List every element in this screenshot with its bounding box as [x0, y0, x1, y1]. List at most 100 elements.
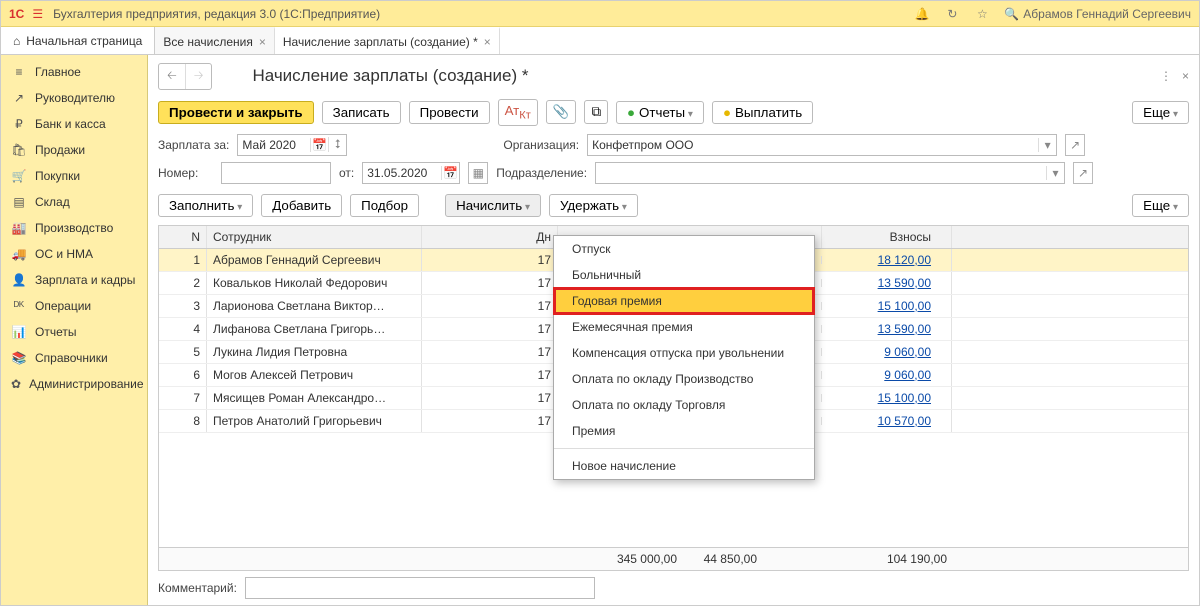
col-header-days[interactable]: Дн [422, 226, 558, 248]
menu-separator [554, 448, 814, 449]
cell-n: 3 [159, 295, 207, 317]
home-tab[interactable]: ⌂ Начальная страница [1, 27, 155, 54]
contrib-link[interactable]: 15 100,00 [878, 391, 931, 405]
sidebar-item[interactable]: ↗Руководителю [1, 85, 147, 111]
sidebar-item[interactable]: 👤Зарплата и кадры [1, 267, 147, 293]
tab-document[interactable]: Все начисления× [155, 27, 275, 54]
contrib-link[interactable]: 9 060,00 [884, 345, 931, 359]
sidebar-item[interactable]: ₽Банк и касса [1, 111, 147, 137]
footer-c2: 44 850,00 [683, 548, 763, 570]
page-menu-icon[interactable]: ⋮ [1160, 69, 1172, 83]
contrib-link[interactable]: 15 100,00 [878, 299, 931, 313]
bell-icon[interactable]: 🔔 [914, 7, 930, 21]
salary-for-label: Зарплата за: [158, 138, 229, 152]
add-button[interactable]: Добавить [261, 194, 342, 217]
menu-item[interactable]: Ежемесячная премия [554, 314, 814, 340]
window-title: Бухгалтерия предприятия, редакция 3.0 (1… [53, 7, 380, 21]
menu-item[interactable]: Больничный [554, 262, 814, 288]
org-field[interactable]: Конфетпром ООО ▾ [587, 134, 1057, 156]
cell-n: 4 [159, 318, 207, 340]
sidebar-item[interactable]: 🛍Продажи [1, 137, 147, 163]
salary-month-value: Май 2020 [238, 138, 310, 152]
number-field[interactable] [221, 162, 331, 184]
user-name: Абрамов Геннадий Сергеевич [1023, 7, 1191, 21]
sidebar-icon: 👤 [11, 273, 27, 287]
sidebar-item-label: Главное [35, 65, 81, 79]
contrib-link[interactable]: 13 590,00 [878, 322, 931, 336]
menu-icon[interactable]: ☰ [32, 7, 43, 21]
dept-label: Подразделение: [496, 166, 587, 180]
sidebar-item[interactable]: 🏭Производство [1, 215, 147, 241]
contrib-link[interactable]: 13 590,00 [878, 276, 931, 290]
menu-item[interactable]: Новое начисление [554, 453, 814, 479]
dept-field[interactable]: ▾ [595, 162, 1065, 184]
post-button[interactable]: Провести [409, 101, 490, 124]
dk-entries-icon[interactable]: АтКт [498, 99, 538, 126]
org-open-icon[interactable]: ↗ [1065, 134, 1085, 156]
star-icon[interactable]: ☆ [974, 7, 990, 21]
contrib-link[interactable]: 10 570,00 [878, 414, 931, 428]
menu-item[interactable]: Годовая премия [554, 288, 814, 314]
sidebar-item-label: ОС и НМА [35, 247, 93, 261]
calendar-icon[interactable]: 📅 [441, 166, 459, 180]
col-header-contrib[interactable]: Взносы [822, 226, 952, 248]
footer-c1: 345 000,00 [558, 548, 683, 570]
footer-c3: 104 190,00 [823, 548, 953, 570]
dropdown-icon[interactable]: ▾ [1038, 138, 1056, 152]
contrib-link[interactable]: 18 120,00 [878, 253, 931, 267]
menu-item[interactable]: Компенсация отпуска при увольнении [554, 340, 814, 366]
contrib-link[interactable]: 9 060,00 [884, 368, 931, 382]
menu-item[interactable]: Отпуск [554, 236, 814, 262]
accrue-dropdown[interactable]: Начислить [445, 194, 541, 217]
menu-item[interactable]: Оплата по окладу Производство [554, 366, 814, 392]
sidebar-item[interactable]: ≡Главное [1, 59, 147, 85]
withhold-dropdown[interactable]: Удержать [549, 194, 638, 217]
copy-icon[interactable]: ⧉ [584, 100, 608, 124]
cell-employee: Лукина Лидия Петровна [207, 341, 422, 363]
salary-month-field[interactable]: Май 2020 📅 ⭥ [237, 134, 347, 156]
sidebar-item[interactable]: 🛒Покупки [1, 163, 147, 189]
table-footer: 345 000,00 44 850,00 104 190,00 [159, 547, 1188, 570]
user-chip[interactable]: 🔍 Абрамов Геннадий Сергеевич [1004, 7, 1191, 21]
col-header-employee[interactable]: Сотрудник [207, 226, 422, 248]
cell-n: 5 [159, 341, 207, 363]
cell-days: 17 [422, 387, 558, 409]
col-header-n[interactable]: N [159, 226, 207, 248]
history-icon[interactable]: ↻ [944, 7, 960, 21]
pay-button[interactable]: Выплатить [712, 101, 813, 124]
close-icon[interactable]: × [259, 35, 266, 49]
tab-document[interactable]: Начисление зарплаты (создание) *× [275, 27, 500, 54]
attach-icon[interactable]: 📎 [546, 100, 577, 124]
sidebar-item[interactable]: ▤Склад [1, 189, 147, 215]
page-close-icon[interactable]: × [1182, 69, 1189, 83]
fill-dropdown[interactable]: Заполнить [158, 194, 253, 217]
stepper-icon[interactable]: ⭥ [328, 137, 346, 152]
sidebar-item[interactable]: 📚Справочники [1, 345, 147, 371]
calendar-icon[interactable]: 📅 [310, 138, 328, 152]
post-and-close-button[interactable]: Провести и закрыть [158, 101, 314, 124]
table-more-button[interactable]: Еще [1132, 194, 1189, 217]
nav-forward-button[interactable]: 🡢 [186, 64, 212, 89]
dropdown-icon[interactable]: ▾ [1046, 166, 1064, 180]
date-field[interactable]: 31.05.2020 📅 [362, 162, 460, 184]
reports-dropdown[interactable]: Отчеты [616, 101, 704, 124]
more-button[interactable]: Еще [1132, 101, 1189, 124]
date-extra-icon[interactable]: ▦ [468, 162, 488, 184]
cell-days: 17 [422, 249, 558, 271]
close-icon[interactable]: × [484, 35, 491, 49]
nav-back-button[interactable]: 🡠 [159, 64, 186, 89]
sidebar-item[interactable]: 📊Отчеты [1, 319, 147, 345]
sidebar-item[interactable]: ᴰᴷОперации [1, 293, 147, 319]
save-button[interactable]: Записать [322, 101, 401, 124]
comment-field[interactable] [245, 577, 595, 599]
sidebar-item[interactable]: ✿Администрирование [1, 371, 147, 397]
sidebar-item-label: Покупки [35, 169, 80, 183]
menu-item[interactable]: Премия [554, 418, 814, 444]
sidebar-icon: ᴰᴷ [11, 299, 27, 313]
sidebar-icon: 📚 [11, 351, 27, 365]
home-icon: ⌂ [13, 34, 20, 48]
sidebar-item[interactable]: 🚚ОС и НМА [1, 241, 147, 267]
dept-open-icon[interactable]: ↗ [1073, 162, 1093, 184]
menu-item[interactable]: Оплата по окладу Торговля [554, 392, 814, 418]
pick-button[interactable]: Подбор [350, 194, 419, 217]
